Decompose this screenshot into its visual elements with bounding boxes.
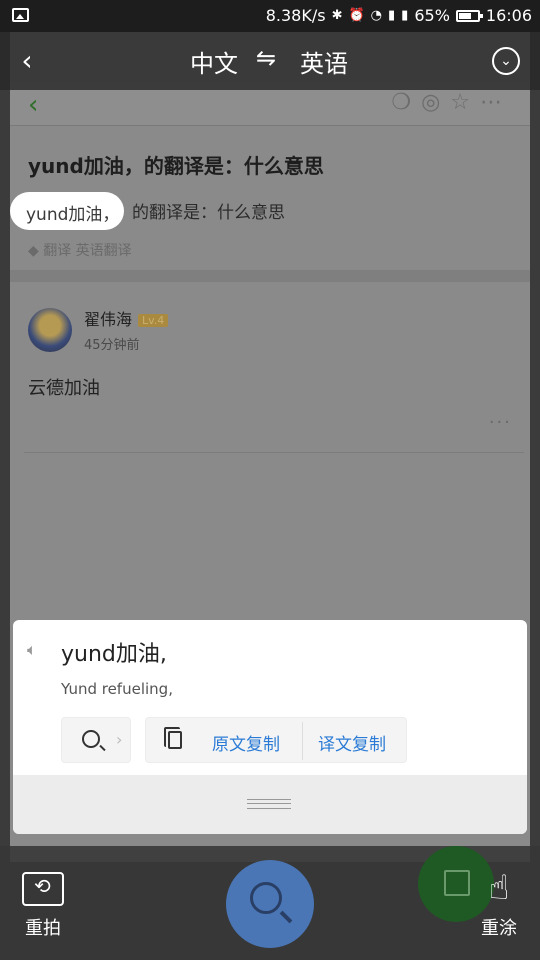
username: 翟伟海 [84, 310, 133, 329]
tag-icon: ◆ [28, 243, 44, 259]
translation-result-card: 🔈︎ yund加油, Yund refueling, › 原文复制 译文复制 [13, 620, 527, 834]
card-actions: › 原文复制 译文复制 [61, 717, 407, 763]
divider [24, 452, 524, 453]
question-subtitle: 的翻译是：什么意思 [132, 203, 285, 223]
drag-handle-icon[interactable] [247, 799, 291, 809]
avatar [28, 308, 72, 352]
chevron-right-icon: › [116, 730, 123, 749]
more-icon[interactable]: ⋯ [480, 90, 512, 115]
source-language-button[interactable]: 中文 [190, 44, 238, 79]
battery-fill [458, 12, 471, 19]
target-language-button[interactable]: 英语 [300, 44, 348, 79]
camera-retake-icon [22, 872, 64, 906]
section-divider [10, 270, 530, 282]
question-tags: ◆ 翻译 英语翻译 [28, 240, 132, 260]
wechat-icon[interactable]: ❍ [391, 90, 421, 115]
back-icon[interactable]: ‹ [28, 90, 38, 120]
hand-pointer-icon: ☝ [488, 868, 510, 908]
star-icon[interactable]: ☆ [450, 90, 480, 115]
clock: 16:06 [485, 6, 532, 25]
bottom-bar: 重拍 ☝ 重涂 [0, 846, 540, 960]
level-badge: Lv.4 [138, 314, 169, 327]
battery-percent: 65% [414, 6, 450, 25]
answer-content: 云德加油 [28, 378, 100, 399]
search-icon [250, 882, 282, 914]
back-arrow-icon[interactable]: ‹ [10, 42, 44, 80]
card-drag-area[interactable] [13, 775, 527, 834]
signal-icon: ▮ [388, 8, 396, 23]
answer-user: 翟伟海 Lv.4 [84, 306, 169, 330]
wifi-icon: ◔ [370, 8, 383, 23]
image-icon [12, 8, 29, 22]
answer-more-icon: ··· [488, 412, 512, 433]
swap-languages-icon[interactable]: ⇋ [256, 44, 276, 72]
signal-icon-2: ▮ [401, 8, 409, 23]
search-icon [82, 730, 100, 748]
translation-header: ‹ 中文 ⇋ 英语 ⌄ [0, 32, 540, 90]
retake-label: 重拍 [25, 918, 61, 939]
share-icons: ❍◎☆⋯ [391, 90, 512, 115]
retake-button[interactable]: 重拍 [20, 872, 66, 940]
search-fab-button[interactable] [226, 860, 314, 948]
question-title: yund加油，的翻译是：什么意思 [28, 154, 324, 178]
redraw-label: 重涂 [481, 918, 517, 939]
moments-icon[interactable]: ◎ [421, 90, 450, 115]
translated-text: Yund refueling, [61, 680, 173, 698]
source-text: yund加油, [61, 642, 167, 667]
highlighted-selection: yund加油， [10, 192, 124, 230]
copy-icon [164, 727, 182, 749]
copy-button-group: 原文复制 译文复制 [145, 717, 407, 763]
speaker-icon[interactable]: 🔈︎ [27, 640, 49, 662]
chevron-down-circle-icon[interactable]: ⌄ [492, 47, 520, 75]
bluetooth-icon: ✱ [331, 8, 343, 23]
status-bar: 8.38K/s ✱ ⏰ ◔ ▮ ▮ 65% 16:06 [0, 0, 540, 32]
answer-time: 45分钟前 [84, 338, 140, 353]
tags-text: 翻译 英语翻译 [43, 243, 132, 259]
network-speed: 8.38K/s [265, 6, 326, 25]
edit-icon [444, 870, 470, 896]
lookup-button[interactable]: › [61, 717, 131, 763]
separator [302, 722, 303, 760]
copy-source-button[interactable]: 原文复制 [212, 730, 280, 755]
alarm-icon: ⏰ [348, 8, 365, 23]
battery-icon [455, 9, 483, 22]
redraw-button[interactable]: ☝ 重涂 [476, 870, 522, 940]
copy-translation-button[interactable]: 译文复制 [318, 730, 386, 755]
